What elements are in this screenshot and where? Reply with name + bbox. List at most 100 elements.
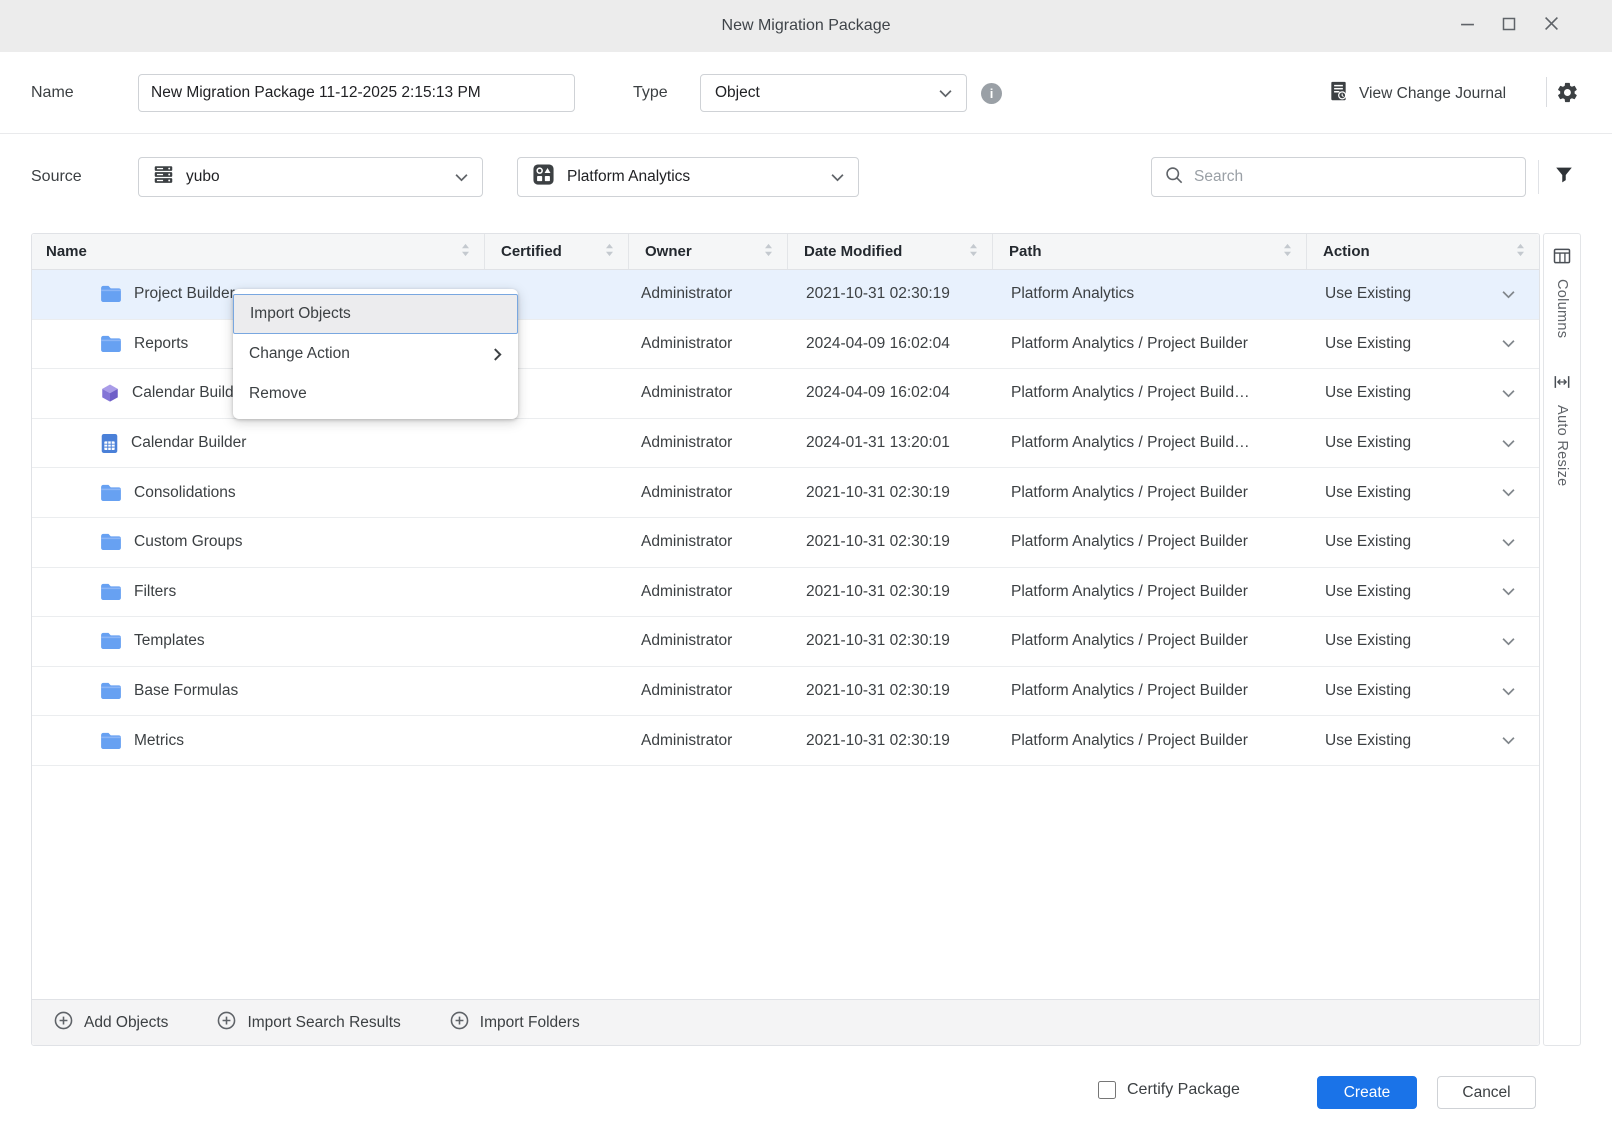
column-header-label: Name xyxy=(46,243,87,260)
chevron-down-icon xyxy=(1502,538,1515,547)
column-header-label: Certified xyxy=(501,243,562,260)
action-dropdown[interactable]: Use Existing xyxy=(1307,583,1539,601)
filter-funnel-icon xyxy=(1553,173,1575,190)
column-header-path[interactable]: Path xyxy=(993,234,1307,269)
table-row[interactable]: Custom Groups Administrator 2021-10-31 0… xyxy=(32,518,1539,568)
column-header-action[interactable]: Action xyxy=(1307,234,1539,269)
object-name: Filters xyxy=(134,583,176,601)
action-dropdown[interactable]: Use Existing xyxy=(1307,434,1539,452)
context-menu-item-remove[interactable]: Remove xyxy=(233,374,518,414)
action-dropdown[interactable]: Use Existing xyxy=(1307,533,1539,551)
chevron-down-icon xyxy=(1502,290,1515,299)
owner-cell: Administrator xyxy=(629,732,788,750)
folder-icon xyxy=(100,583,122,601)
action-value: Use Existing xyxy=(1325,285,1411,303)
server-icon xyxy=(153,164,174,190)
date-modified-cell: 2024-01-31 13:20:01 xyxy=(788,434,993,452)
context-menu-item-import-objects[interactable]: Import Objects xyxy=(233,294,518,334)
action-dropdown[interactable]: Use Existing xyxy=(1307,632,1539,650)
column-header-name[interactable]: Name xyxy=(32,234,485,269)
chevron-down-icon xyxy=(1502,339,1515,348)
object-name: Consolidations xyxy=(134,484,236,502)
table-header: Name Certified Owner Date Modified Path … xyxy=(32,234,1539,270)
search-field[interactable] xyxy=(1151,157,1526,197)
date-modified-cell: 2024-04-09 16:02:04 xyxy=(788,384,993,402)
cancel-button[interactable]: Cancel xyxy=(1437,1076,1536,1109)
table-row[interactable]: Base Formulas Administrator 2021-10-31 0… xyxy=(32,667,1539,717)
sheet-icon xyxy=(100,433,119,454)
table-row[interactable]: Consolidations Administrator 2021-10-31 … xyxy=(32,468,1539,518)
chevron-down-icon xyxy=(831,173,844,182)
action-value: Use Existing xyxy=(1325,583,1411,601)
chevron-down-icon xyxy=(939,89,952,98)
action-value: Use Existing xyxy=(1325,732,1411,750)
date-modified-cell: 2021-10-31 02:30:19 xyxy=(788,533,993,551)
path-cell: Platform Analytics xyxy=(993,285,1307,303)
action-dropdown[interactable]: Use Existing xyxy=(1307,335,1539,353)
source-connection-select[interactable]: yubo xyxy=(138,157,483,197)
owner-cell: Administrator xyxy=(629,533,788,551)
search-input[interactable] xyxy=(1194,168,1513,186)
close-button[interactable] xyxy=(1542,17,1560,35)
action-dropdown[interactable]: Use Existing xyxy=(1307,285,1539,303)
settings-gear-button[interactable] xyxy=(1556,81,1579,109)
date-modified-cell: 2021-10-31 02:30:19 xyxy=(788,484,993,502)
column-header-label: Date Modified xyxy=(804,243,902,260)
name-label: Name xyxy=(31,84,74,102)
add-objects-button[interactable]: Add Objects xyxy=(53,1010,168,1036)
owner-cell: Administrator xyxy=(629,434,788,452)
topbar-divider xyxy=(1546,77,1547,107)
table-row[interactable]: Filters Administrator 2021-10-31 02:30:1… xyxy=(32,568,1539,618)
columns-button[interactable]: Columns xyxy=(1552,246,1572,338)
table-row[interactable]: Templates Administrator 2021-10-31 02:30… xyxy=(32,617,1539,667)
object-name: Templates xyxy=(134,632,205,650)
view-change-journal-label: View Change Journal xyxy=(1359,85,1506,103)
folder-icon xyxy=(100,285,122,303)
sort-icon xyxy=(605,243,614,261)
object-name: Project Builder xyxy=(134,285,235,303)
package-name-input[interactable] xyxy=(138,74,575,112)
column-header-certified[interactable]: Certified xyxy=(485,234,629,269)
owner-cell: Administrator xyxy=(629,583,788,601)
info-icon[interactable]: i xyxy=(981,83,1002,104)
source-label: Source xyxy=(31,168,82,186)
action-dropdown[interactable]: Use Existing xyxy=(1307,484,1539,502)
minimize-button[interactable] xyxy=(1458,17,1476,35)
action-value: Use Existing xyxy=(1325,632,1411,650)
chevron-down-icon xyxy=(455,173,468,182)
view-change-journal-button[interactable]: View Change Journal xyxy=(1328,80,1506,107)
filter-button[interactable] xyxy=(1553,164,1575,191)
certify-package-checkbox[interactable] xyxy=(1098,1081,1116,1099)
action-dropdown[interactable]: Use Existing xyxy=(1307,682,1539,700)
chevron-down-icon xyxy=(1502,637,1515,646)
type-select[interactable]: Object xyxy=(700,74,967,112)
action-dropdown[interactable]: Use Existing xyxy=(1307,732,1539,750)
column-header-date-modified[interactable]: Date Modified xyxy=(788,234,993,269)
source-project-select[interactable]: Platform Analytics xyxy=(517,157,859,197)
context-menu-item-change-action[interactable]: Change Action xyxy=(233,334,518,374)
action-value: Use Existing xyxy=(1325,434,1411,452)
column-header-label: Path xyxy=(1009,243,1042,260)
maximize-button[interactable] xyxy=(1500,17,1518,35)
table-toolbar: Add Objects Import Search Results Import… xyxy=(32,999,1539,1045)
column-header-owner[interactable]: Owner xyxy=(629,234,788,269)
table-row[interactable]: Calendar Builder Administrator 2024-01-3… xyxy=(32,419,1539,469)
folder-icon xyxy=(100,632,122,650)
source-connection-value: yubo xyxy=(186,168,220,186)
folder-icon xyxy=(100,533,122,551)
path-cell: Platform Analytics / Project Build… xyxy=(993,434,1307,452)
import-folders-button[interactable]: Import Folders xyxy=(449,1010,580,1036)
date-modified-cell: 2021-10-31 02:30:19 xyxy=(788,632,993,650)
import-search-results-button[interactable]: Import Search Results xyxy=(216,1010,400,1036)
add-objects-label: Add Objects xyxy=(84,1014,168,1032)
chevron-down-icon xyxy=(1502,488,1515,497)
chevron-down-icon xyxy=(1502,587,1515,596)
column-header-label: Action xyxy=(1323,243,1370,260)
owner-cell: Administrator xyxy=(629,484,788,502)
action-dropdown[interactable]: Use Existing xyxy=(1307,384,1539,402)
owner-cell: Administrator xyxy=(629,335,788,353)
create-button[interactable]: Create xyxy=(1317,1076,1417,1109)
auto-resize-button[interactable]: Auto Resize xyxy=(1552,372,1572,486)
type-label: Type xyxy=(633,84,668,102)
table-row[interactable]: Metrics Administrator 2021-10-31 02:30:1… xyxy=(32,716,1539,766)
